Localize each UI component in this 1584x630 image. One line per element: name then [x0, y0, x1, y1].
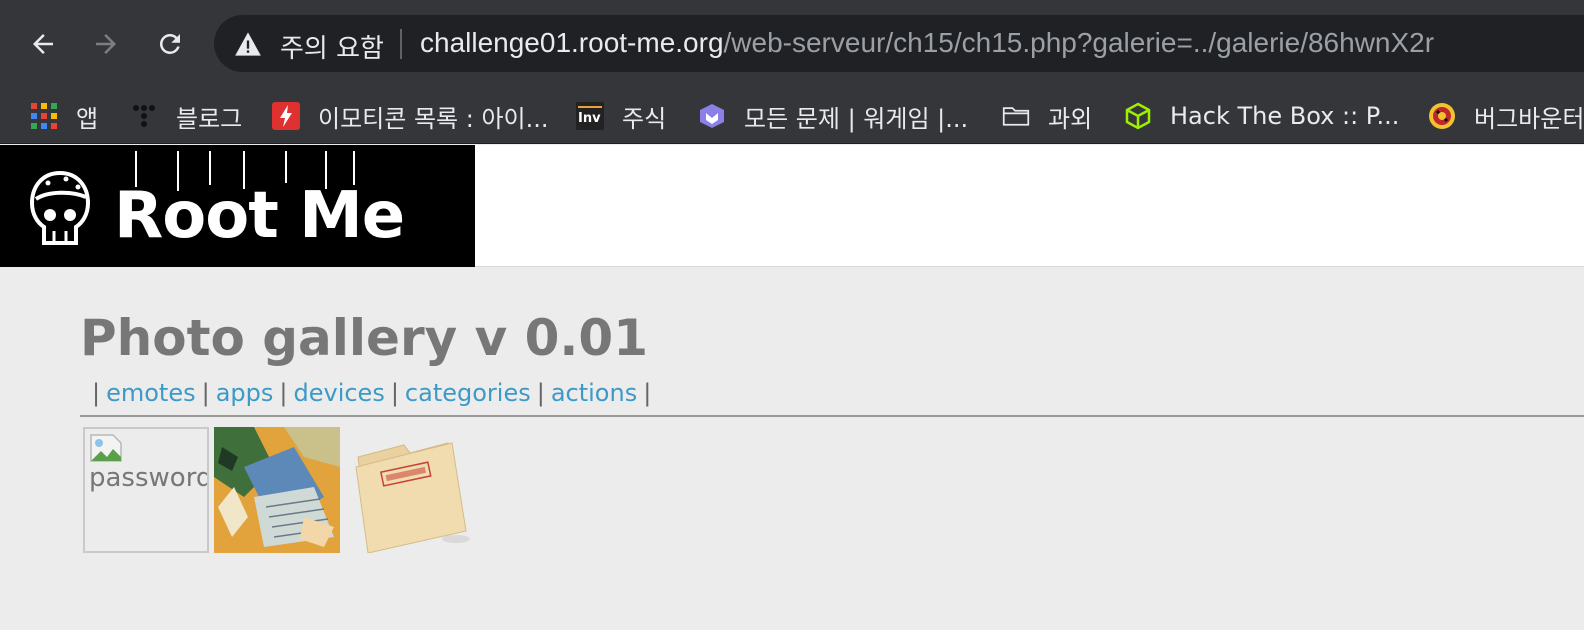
url-path: /web-serveur/ch15/ch15.php?galerie=../ga…: [723, 27, 1435, 58]
bookmark-label: 블로그: [176, 104, 243, 133]
bookmark-tutoring[interactable]: 과외: [1002, 88, 1092, 144]
tab-active-edge: [0, 0, 490, 8]
menu-link-emotes[interactable]: emotes: [106, 379, 196, 407]
menu-link-apps[interactable]: apps: [216, 379, 274, 407]
reload-icon: [159, 33, 180, 54]
bookmarks-bar: 앱 블로그 이모티콘 목록 : 아이... Inv 주식 모든 문제 | 워게임…: [0, 88, 1584, 144]
url-text[interactable]: challenge01.root-me.org/web-serveur/ch15…: [420, 27, 1434, 59]
browser-toolbar: 주의 요함 challenge01.root-me.org/web-serveu…: [0, 0, 1584, 88]
gallery-thumb-top-secret[interactable]: [344, 427, 474, 554]
image-alt-text: password: [89, 463, 209, 493]
omnibox-divider: [400, 29, 402, 59]
menu-link-categories[interactable]: categories: [405, 379, 531, 407]
svg-text:Inv: Inv: [578, 111, 601, 126]
site-header: Root Me: [0, 145, 1584, 267]
bookmark-label: 주식: [622, 104, 667, 133]
menu-link-actions[interactable]: actions: [551, 379, 637, 407]
lightning-icon: [272, 102, 300, 130]
bookmark-emoticons[interactable]: 이모티콘 목록 : 아이...: [272, 88, 549, 144]
horizontal-rule: [80, 415, 1584, 417]
bookmark-stocks[interactable]: Inv 주식: [576, 88, 666, 144]
forward-button[interactable]: [84, 22, 128, 66]
bookmark-apps[interactable]: 앱: [30, 88, 98, 144]
skull-icon: [29, 170, 91, 245]
top-secret-folder-icon: [355, 442, 470, 554]
address-bar[interactable]: 주의 요함 challenge01.root-me.org/web-serveu…: [214, 15, 1584, 72]
bookmark-wargame[interactable]: 모든 문제 | 워게임 |...: [698, 88, 968, 144]
bookmark-label: 모든 문제 | 워게임 |...: [744, 104, 969, 133]
apps-grid-icon: [30, 102, 58, 130]
back-icon: [33, 34, 53, 54]
menu-separator: |: [536, 379, 545, 407]
hacker-illustration-icon: [214, 427, 340, 553]
warning-icon[interactable]: [234, 31, 262, 57]
gallery-thumb-hacker[interactable]: [214, 427, 340, 553]
bookmark-label: 앱: [76, 104, 99, 133]
rootme-logo[interactable]: Root Me: [0, 145, 475, 267]
menu-separator: |: [279, 379, 288, 407]
inv-icon: Inv: [576, 102, 604, 130]
gallery-menu: | emotes | apps | devices | categories | actions |: [86, 379, 657, 407]
menu-separator: |: [390, 379, 399, 407]
bookmark-label: Hack The Box :: P...: [1170, 102, 1400, 130]
menu-link-devices[interactable]: devices: [293, 379, 384, 407]
security-warning-label[interactable]: 주의 요함: [280, 28, 384, 65]
forward-icon: [96, 34, 116, 54]
folder-icon: [1002, 102, 1030, 130]
gallery-thumb-password[interactable]: password: [83, 427, 209, 553]
url-host: challenge01.root-me.org: [420, 27, 724, 58]
logo-text: Root Me: [114, 179, 405, 253]
menu-separator: |: [201, 379, 210, 407]
bookmark-bugbounty[interactable]: 버그바운터: [1428, 88, 1584, 144]
broken-image-icon: [90, 434, 122, 462]
bookmark-label: 과외: [1048, 104, 1093, 133]
blog-icon: [130, 102, 158, 130]
page-content: Root Me Photo gallery v 0.01 | emotes | app…: [0, 145, 1584, 630]
bookmark-label: 이모티콘 목록 : 아이...: [318, 104, 549, 133]
page-title: Photo gallery v 0.01: [80, 309, 648, 367]
bookmark-hackthebox[interactable]: Hack The Box :: P...: [1124, 88, 1399, 144]
back-button[interactable]: [21, 22, 65, 66]
wargame-icon: [698, 102, 726, 130]
menu-separator: |: [92, 379, 101, 407]
bookmark-label: 버그바운터: [1474, 104, 1584, 133]
bugbounty-icon: [1428, 102, 1456, 130]
htb-cube-icon: [1124, 102, 1152, 130]
bookmark-blog[interactable]: 블로그: [130, 88, 242, 144]
tab-inactive-edge: [965, 0, 1584, 8]
menu-separator: |: [643, 379, 652, 407]
reload-button[interactable]: [148, 22, 192, 66]
